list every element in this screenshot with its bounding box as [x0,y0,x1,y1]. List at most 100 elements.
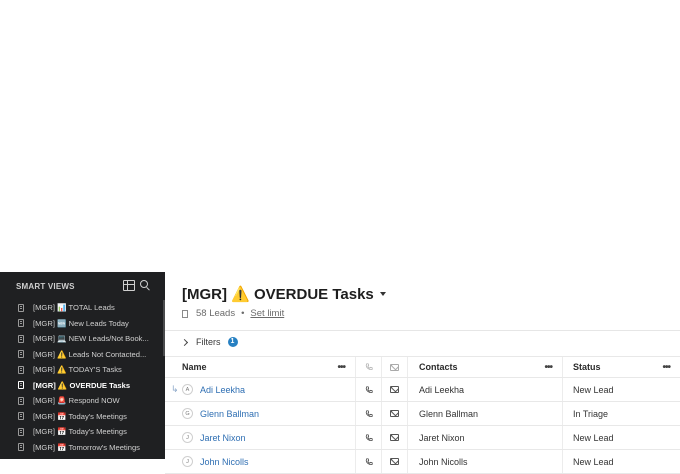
blank-area [0,0,680,272]
phone-icon[interactable] [365,409,373,418]
smart-view-item[interactable]: [MGR] 📅 Today's Meetings [0,409,165,425]
smart-views-header: SMART VIEWS [16,282,75,291]
phone-icon[interactable] [365,433,373,442]
building-icon [182,309,188,318]
lead-name-link[interactable]: Glenn Ballman [200,409,259,419]
table-header-row: Name ••• Contacts ••• Status ••• [165,356,680,378]
table-view-icon[interactable] [123,280,135,291]
smart-views-sidebar: SMART VIEWS [MGR] 📊 TOTAL Leads [MGR] 🆕 … [0,272,165,459]
email-cell[interactable] [382,426,408,449]
smart-view-item[interactable]: [MGR] 📊 TOTAL Leads [0,300,165,316]
status-column-label: Status [573,362,601,372]
main-panel: [MGR] ⚠️ OVERDUE Tasks 58 Leads • Set li… [165,272,680,474]
smart-view-label: [MGR] 📅 Today's Meetings [33,427,127,437]
divider [165,330,680,331]
smart-view-item[interactable]: [MGR] 📅 Today's Meetings [0,424,165,440]
smart-view-item[interactable]: [MGR] 🚨 Respond NOW [0,393,165,409]
avatar: A [182,384,193,395]
smart-view-label: [MGR] 📅 Today's Meetings [33,411,127,421]
email-icon[interactable] [390,458,399,465]
smart-view-item[interactable]: [MGR] 💻 NEW Leads/Not Book... [0,331,165,347]
table-row[interactable]: G Glenn Ballman Glenn Ballman In Triage [165,402,680,426]
name-column-label: Name [182,362,207,372]
smart-view-label: [MGR] 📅 Tomorrow's Meetings [33,442,140,452]
phone-cell[interactable] [356,402,382,425]
smart-view-item[interactable]: [MGR] ⚠️ TODAY'S Tasks [0,362,165,378]
email-cell[interactable] [382,378,408,401]
set-limit-link[interactable]: Set limit [250,308,284,319]
smart-view-item[interactable]: [MGR] 🆕 New Leads Today [0,316,165,332]
smart-views-list: [MGR] 📊 TOTAL Leads [MGR] 🆕 New Leads To… [0,300,165,455]
building-icon [18,381,24,390]
table-row[interactable]: ↳ A Adi Leekha Adi Leekha New Lead [165,378,680,402]
building-icon [18,350,24,359]
name-cell: J John Nicolls [165,450,356,473]
status-cell: In Triage [573,408,609,419]
lead-count-row: 58 Leads • Set limit [182,308,284,319]
search-icon[interactable] [140,280,148,288]
phone-column-header [356,357,382,377]
building-icon [18,303,24,312]
lead-name-link[interactable]: Adi Leekha [200,385,245,395]
email-icon[interactable] [390,410,399,417]
table-row[interactable]: J John Nicolls John Nicolls New Lead [165,450,680,474]
chevron-right-icon [180,338,189,346]
lead-count: 58 Leads [196,308,236,319]
name-cell: G Glenn Ballman [165,402,356,425]
building-icon [18,427,24,436]
chevron-down-icon[interactable] [379,292,386,296]
name-cell: ↳ A Adi Leekha [165,378,356,401]
building-icon [18,443,24,452]
contact-cell: John Nicolls [408,450,563,473]
email-cell[interactable] [382,402,408,425]
name-cell: J Jaret Nixon [165,426,356,449]
subrow-arrow-icon: ↳ [171,384,179,394]
filter-count-badge: 1 [227,337,238,347]
building-icon [18,396,24,405]
building-icon [18,365,24,374]
filters-toggle[interactable]: Filters 1 [180,337,238,347]
smart-view-item-active[interactable]: [MGR] ⚠️ OVERDUE Tasks [0,378,165,394]
lead-name-link[interactable]: Jaret Nixon [200,433,246,443]
smart-view-label: [MGR] ⚠️ OVERDUE Tasks [33,380,131,390]
smart-view-label: [MGR] 💻 NEW Leads/Not Book... [33,334,149,344]
leads-table: Name ••• Contacts ••• Status ••• ↳ A Adi… [165,356,680,474]
smart-view-label: [MGR] ⚠️ TODAY'S Tasks [33,365,122,375]
email-cell[interactable] [382,450,408,473]
contact-cell: Glenn Ballman [408,402,563,425]
phone-icon [365,363,373,370]
status-column-header[interactable]: Status ••• [563,357,680,377]
phone-cell[interactable] [356,378,382,401]
contacts-column-label: Contacts [419,362,458,372]
smart-view-label: [MGR] 📊 TOTAL Leads [33,303,115,313]
phone-icon[interactable] [365,385,373,394]
name-column-header[interactable]: Name ••• [165,357,356,377]
lead-name-link[interactable]: John Nicolls [200,457,249,467]
smart-view-label: [MGR] ⚠️ Leads Not Contacted... [33,349,147,359]
filters-label: Filters [196,337,221,347]
column-menu-icon[interactable]: ••• [544,362,552,373]
phone-cell[interactable] [356,450,382,473]
page-title: [MGR] ⚠️ OVERDUE Tasks [182,286,374,303]
avatar: J [182,456,193,467]
column-menu-icon[interactable]: ••• [337,362,345,373]
email-column-header [382,357,408,377]
email-icon[interactable] [390,386,399,393]
status-cell: New Lead [573,384,614,395]
title-row[interactable]: [MGR] ⚠️ OVERDUE Tasks [182,285,386,303]
table-row[interactable]: J Jaret Nixon Jaret Nixon New Lead [165,426,680,450]
status-cell: New Lead [573,432,614,443]
email-icon[interactable] [390,434,399,441]
status-cell: New Lead [573,456,614,467]
email-icon [390,363,399,371]
contacts-column-header[interactable]: Contacts ••• [408,357,563,377]
column-menu-icon[interactable]: ••• [662,362,670,373]
building-icon [18,412,24,421]
smart-view-label: [MGR] 🆕 New Leads Today [33,318,129,328]
smart-view-item[interactable]: [MGR] 📅 Tomorrow's Meetings [0,440,165,456]
building-icon [18,319,24,328]
smart-view-item[interactable]: [MGR] ⚠️ Leads Not Contacted... [0,347,165,363]
smart-view-label: [MGR] 🚨 Respond NOW [33,396,120,406]
contact-cell: Jaret Nixon [408,426,563,449]
phone-cell[interactable] [356,426,382,449]
